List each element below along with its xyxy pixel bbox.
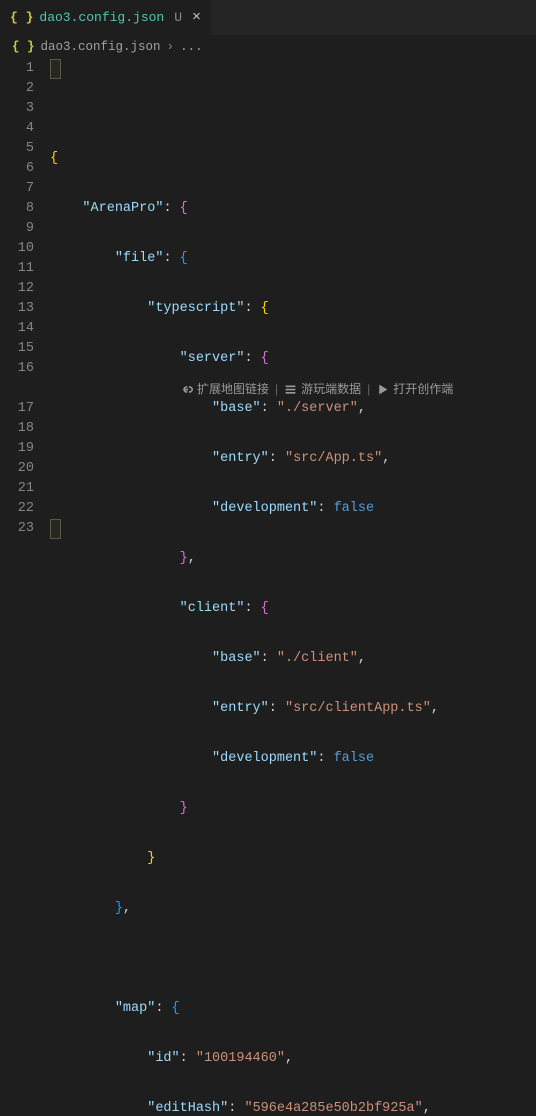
line-number: 10 — [0, 239, 34, 259]
line-number: 9 — [0, 219, 34, 239]
line-number: 3 — [0, 99, 34, 119]
line-number: 23 — [0, 519, 34, 539]
line-number: 18 — [0, 419, 34, 439]
code-line: "development": false — [50, 749, 536, 769]
code-line: "editHash": "596e4a285e50b2bf925a", — [50, 1099, 536, 1116]
codelens-open-editor[interactable]: 打开创作端 — [393, 379, 453, 399]
json-file-icon: { } — [10, 10, 33, 25]
tab-status-indicator: U — [174, 10, 182, 25]
breadcrumb[interactable]: { } dao3.config.json › ... — [0, 35, 536, 59]
line-number-gutter: 1 2 3 4 5 6 7 8 9 10 11 12 13 14 15 16 1… — [0, 59, 50, 558]
line-number: 13 — [0, 299, 34, 319]
line-number: 20 — [0, 459, 34, 479]
breadcrumb-filename: dao3.config.json — [41, 40, 161, 54]
line-number: 12 — [0, 279, 34, 299]
code-line: "development": false — [50, 499, 536, 519]
tab-filename: dao3.config.json — [39, 10, 164, 25]
codelens-play-data[interactable]: 游玩端数据 — [301, 379, 361, 399]
codelens-link-map[interactable]: 扩展地图链接 — [197, 379, 269, 399]
line-number: 7 — [0, 179, 34, 199]
line-number: 15 — [0, 339, 34, 359]
breadcrumb-rest: ... — [180, 40, 203, 54]
code-content[interactable]: { "ArenaPro": { "file": { "typescript": … — [50, 59, 536, 558]
line-number: 8 — [0, 199, 34, 219]
code-line: { — [50, 149, 536, 169]
line-number: 19 — [0, 439, 34, 459]
close-icon[interactable]: × — [192, 9, 201, 26]
code-line: "file": { — [50, 249, 536, 269]
chevron-right-icon: › — [167, 40, 175, 54]
line-number: 17 — [0, 399, 34, 419]
line-number: 21 — [0, 479, 34, 499]
line-number: 2 — [0, 79, 34, 99]
tab-dao3-config[interactable]: { } dao3.config.json U × — [0, 0, 212, 35]
bracket-highlight — [50, 59, 61, 79]
code-line: "server": { — [50, 349, 536, 369]
code-line: "entry": "src/clientApp.ts", — [50, 699, 536, 719]
tab-bar: { } dao3.config.json U × — [0, 0, 536, 35]
line-number: 22 — [0, 499, 34, 519]
line-number: 14 — [0, 319, 34, 339]
link-icon — [180, 383, 193, 396]
json-file-icon: { } — [12, 40, 35, 54]
line-number: 6 — [0, 159, 34, 179]
line-number: 1 — [0, 59, 34, 79]
line-number: 5 — [0, 139, 34, 159]
codelens-row: 扩展地图链接 | 游玩端数据 | 打开创作端 — [180, 379, 453, 399]
code-line: "id": "100194460", — [50, 1049, 536, 1069]
code-line: "typescript": { — [50, 299, 536, 319]
code-line: "base": "./client", — [50, 649, 536, 669]
data-icon — [284, 383, 297, 396]
code-line: "entry": "src/App.ts", — [50, 449, 536, 469]
code-line: } — [50, 849, 536, 869]
bracket-highlight — [50, 519, 61, 539]
code-line: }, — [50, 899, 536, 919]
play-icon — [376, 383, 389, 396]
code-line: "client": { — [50, 599, 536, 619]
code-editor[interactable]: 1 2 3 4 5 6 7 8 9 10 11 12 13 14 15 16 1… — [0, 59, 536, 558]
code-line: "base": "./server", — [50, 399, 536, 419]
line-number: 11 — [0, 259, 34, 279]
code-line: }, — [50, 549, 536, 569]
code-line: "ArenaPro": { — [50, 199, 536, 219]
code-line: } — [50, 799, 536, 819]
code-line: "map": { — [50, 999, 536, 1019]
line-number: 16 — [0, 359, 34, 379]
line-number: 4 — [0, 119, 34, 139]
